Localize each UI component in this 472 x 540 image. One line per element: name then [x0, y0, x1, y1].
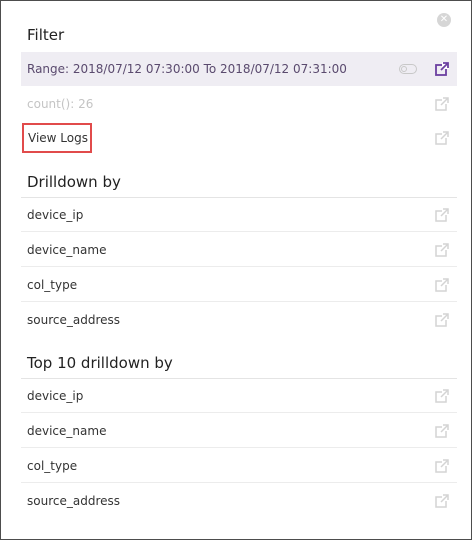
close-icon[interactable]: ✕: [437, 13, 451, 27]
external-link-icon[interactable]: [435, 494, 449, 508]
external-link-icon[interactable]: [435, 459, 449, 473]
range-toggle[interactable]: [399, 64, 417, 74]
range-label: Range: 2018/07/12 07:30:00 To 2018/07/12…: [27, 62, 347, 76]
external-link-icon[interactable]: [435, 278, 449, 292]
count-row: count(): 26: [21, 87, 457, 121]
external-link-icon[interactable]: [435, 389, 449, 403]
drilldown-item-label: source_address: [27, 313, 120, 327]
drilldown-item-label: device_ip: [27, 208, 84, 222]
top10-title: Top 10 drilldown by: [27, 354, 173, 372]
drilldown-item[interactable]: col_type: [21, 268, 457, 302]
toggle-knob: [401, 66, 407, 72]
drilldown-title: Drilldown by: [27, 173, 121, 191]
drilldown-item-label: device_name: [27, 243, 107, 257]
external-link-icon[interactable]: [435, 313, 449, 327]
top10-item[interactable]: device_name: [21, 414, 457, 448]
external-link-icon[interactable]: [435, 243, 449, 257]
top10-item-label: col_type: [27, 459, 78, 473]
view-logs-label: View Logs: [28, 131, 88, 145]
external-link-icon[interactable]: [435, 97, 449, 111]
drilldown-item-label: col_type: [27, 278, 78, 292]
external-link-icon[interactable]: [435, 208, 449, 222]
external-link-icon[interactable]: [435, 62, 449, 76]
filter-panel: ✕ Filter Range: 2018/07/12 07:30:00 To 2…: [0, 0, 472, 540]
view-logs-link[interactable]: View Logs: [22, 123, 92, 153]
top10-item[interactable]: device_ip: [21, 379, 457, 413]
count-label: count(): 26: [27, 97, 94, 111]
drilldown-item[interactable]: device_ip: [21, 198, 457, 232]
range-row: Range: 2018/07/12 07:30:00 To 2018/07/12…: [21, 52, 457, 86]
filter-title: Filter: [27, 26, 65, 44]
top10-item-label: device_name: [27, 424, 107, 438]
external-link-icon[interactable]: [435, 424, 449, 438]
drilldown-item[interactable]: source_address: [21, 303, 457, 337]
top10-item-label: device_ip: [27, 389, 84, 403]
external-link-icon[interactable]: [435, 131, 449, 145]
top10-item-label: source_address: [27, 494, 120, 508]
top10-item[interactable]: source_address: [21, 484, 457, 518]
drilldown-item[interactable]: device_name: [21, 233, 457, 267]
top10-item[interactable]: col_type: [21, 449, 457, 483]
